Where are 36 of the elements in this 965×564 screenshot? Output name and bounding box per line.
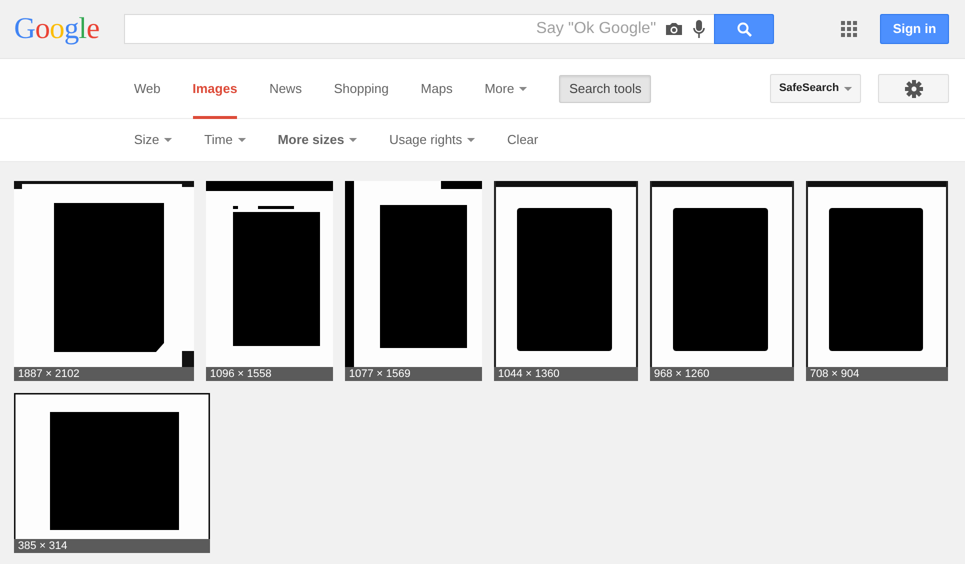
image-caption: 1887 × 2102 [14,367,194,381]
image-caption: 1096 × 1558 [206,367,333,381]
caret-icon [467,138,476,142]
settings-button[interactable] [878,74,949,103]
settings-icon [904,80,922,98]
caret-icon [164,138,172,142]
image-caption: 968 × 1260 [650,367,794,381]
camera-icon [664,20,684,38]
filter-menu[interactable]: Usage rights [389,130,476,150]
nav-tab[interactable]: Maps [420,58,453,118]
filter-menu[interactable]: Time [204,130,246,150]
caret-icon [519,86,528,90]
apps-grid-icon[interactable] [841,21,857,37]
search-icon [736,22,752,36]
caret-icon [349,138,358,142]
nav-tab[interactable]: Web [134,58,160,118]
search-field[interactable]: Say "Ok Google" [125,17,664,41]
filter-menu[interactable]: Clear [507,130,538,150]
caret-icon [844,86,852,90]
microphone-icon [692,19,706,39]
search-button[interactable] [714,14,774,44]
safesearch-button[interactable]: SafeSearch [770,74,861,103]
image-caption: 708 × 904 [806,367,948,381]
nav-tab[interactable]: Shopping [334,58,389,118]
search-box[interactable]: Say "Ok Google" [124,14,714,44]
nav-tab[interactable]: News [269,58,302,118]
caret-icon [238,138,246,142]
logo[interactable]: Google [14,14,110,44]
image-caption: 1044 × 1360 [494,367,638,381]
image-caption: 1077 × 1569 [345,367,482,381]
sign-in-button[interactable]: Sign in [880,14,949,44]
filter-menu[interactable]: More sizes [278,130,358,150]
nav-tab[interactable]: More [484,58,528,118]
search-tools-button[interactable]: Search tools [559,74,652,102]
image-caption: 385 × 314 [14,539,210,553]
filter-menu[interactable]: Size [134,130,172,150]
